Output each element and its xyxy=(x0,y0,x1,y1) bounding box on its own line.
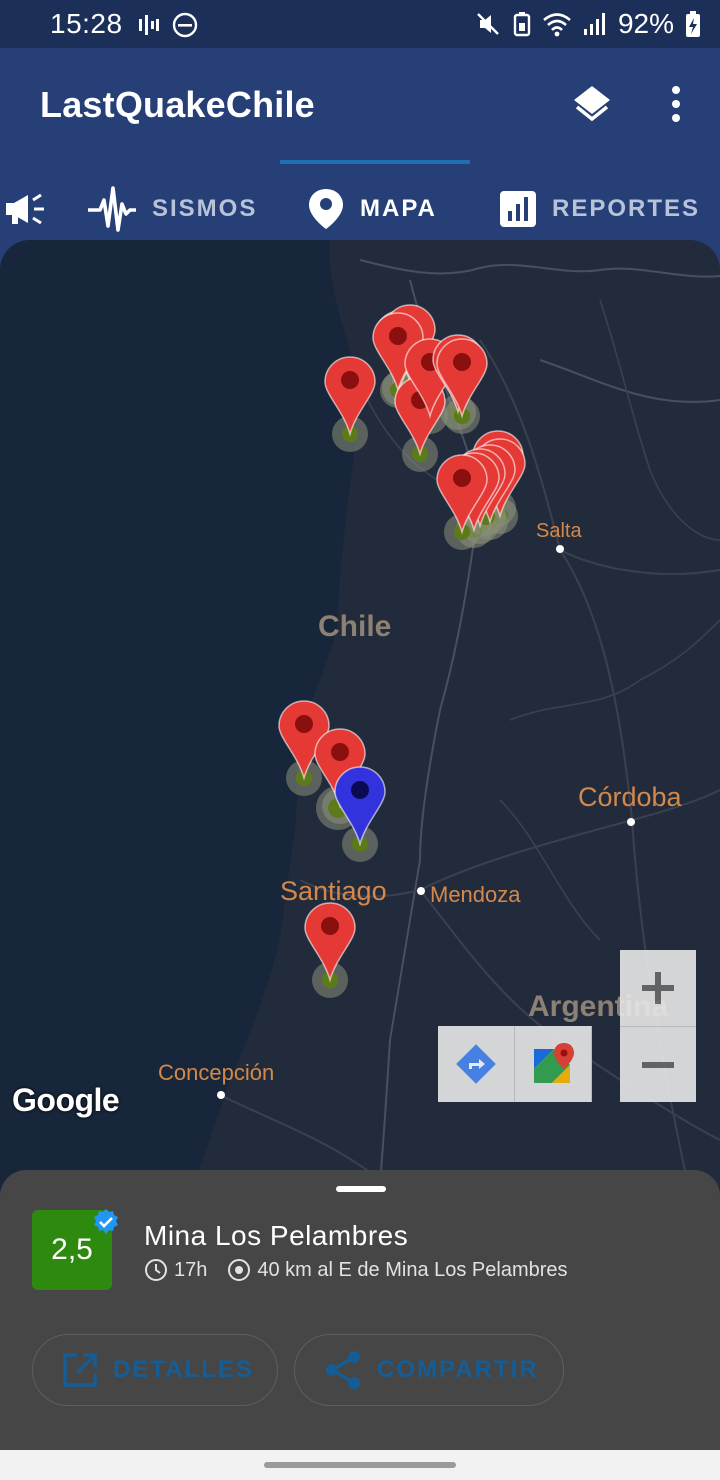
home-gesture-pill[interactable] xyxy=(264,1462,456,1468)
quake-reference: 40 km al E de Mina Los Pelambres xyxy=(257,1258,568,1281)
city-dot-cordoba xyxy=(627,818,635,826)
drag-handle[interactable] xyxy=(336,1186,386,1192)
status-bar: 15:28 92% xyxy=(0,0,720,48)
layers-icon xyxy=(574,86,610,122)
system-nav-bar xyxy=(0,1450,720,1480)
layers-button[interactable] xyxy=(568,80,616,128)
minus-icon xyxy=(642,1061,674,1068)
map-label-mendoza: Mendoza xyxy=(430,882,521,907)
directions-icon xyxy=(456,1044,496,1084)
seismograph-icon xyxy=(88,186,136,232)
battery-charging-icon xyxy=(686,11,700,37)
zoom-in-button[interactable] xyxy=(620,950,696,1026)
details-button[interactable]: DETALLES xyxy=(32,1334,278,1406)
open-google-maps-button[interactable] xyxy=(515,1026,592,1102)
bar-chart-icon xyxy=(500,191,536,227)
quake-title: Mina Los Pelambres xyxy=(144,1220,409,1251)
tab-reportes-label: REPORTES xyxy=(552,195,701,222)
zoom-controls xyxy=(620,950,696,1102)
battery-saver-icon xyxy=(513,12,531,37)
tab-sismos[interactable]: SISMOS xyxy=(86,174,257,244)
tab-bar: SISMOS MAPA REPORTES xyxy=(0,160,720,240)
quake-time-ago: 17h xyxy=(174,1258,208,1281)
wifi-icon xyxy=(543,13,571,37)
app-title: LastQuakeChile xyxy=(40,84,315,125)
quake-marker-red[interactable] xyxy=(324,356,376,437)
more-options-button[interactable] xyxy=(660,80,692,128)
map-label-chile: Chile xyxy=(318,610,392,643)
details-button-label: DETALLES xyxy=(113,1356,254,1383)
tab-mapa[interactable]: MAPA xyxy=(306,174,437,244)
plus-icon xyxy=(642,972,674,1004)
tab-mapa-label: MAPA xyxy=(360,195,437,222)
google-attribution: Google xyxy=(12,1082,120,1118)
status-right: 92% xyxy=(476,8,702,40)
quake-meta: 17h 40 km al E de Mina Los Pelambres xyxy=(144,1258,568,1282)
map-toolbar xyxy=(438,1026,592,1102)
city-dot-salta xyxy=(556,545,564,553)
share-icon xyxy=(326,1351,360,1389)
tab-reportes[interactable]: REPORTES xyxy=(498,174,700,244)
status-time: 15:28 xyxy=(50,8,123,39)
map-label-concepcion: Concepción xyxy=(158,1060,275,1085)
google-maps-icon xyxy=(534,1043,574,1083)
city-dot-concepcion xyxy=(217,1091,225,1099)
quake-bottom-sheet[interactable]: 2,5 Mina Los Pelambres 17h 40 km al E de… xyxy=(0,1170,720,1450)
map-label-santiago: Santiago xyxy=(280,876,387,906)
signal-pulse-icon xyxy=(139,15,159,35)
clock-icon xyxy=(145,1259,167,1281)
tab-sismos-label: SISMOS xyxy=(152,195,258,222)
megaphone-icon xyxy=(6,193,44,225)
status-left-icons xyxy=(138,12,198,38)
share-button[interactable]: COMPARTIR xyxy=(294,1334,564,1406)
do-not-disturb-icon xyxy=(172,12,198,38)
tab-news[interactable] xyxy=(4,174,48,244)
map-label-salta: Salta xyxy=(536,520,582,542)
location-target-icon xyxy=(228,1259,251,1281)
zoom-out-button[interactable] xyxy=(620,1026,696,1102)
more-vert-icon xyxy=(672,86,680,122)
mute-icon xyxy=(477,13,499,35)
verified-icon xyxy=(94,1209,118,1234)
quake-marker-red[interactable] xyxy=(304,902,356,983)
battery-percent: 92% xyxy=(617,8,674,39)
tab-indicator xyxy=(280,160,470,164)
map-view[interactable]: Chile Salta Córdoba Santiago Mendoza Arg… xyxy=(0,240,720,1240)
cell-signal-icon xyxy=(583,13,605,35)
city-dot-mendoza xyxy=(417,887,425,895)
share-button-label: COMPARTIR xyxy=(377,1356,539,1383)
quake-marker-selected[interactable] xyxy=(334,766,386,847)
app-bar: LastQuakeChile xyxy=(0,48,720,160)
map-pin-icon xyxy=(309,189,343,229)
directions-button[interactable] xyxy=(438,1026,515,1102)
map-label-cordoba: Córdoba xyxy=(578,782,682,812)
open-external-icon xyxy=(63,1353,97,1387)
